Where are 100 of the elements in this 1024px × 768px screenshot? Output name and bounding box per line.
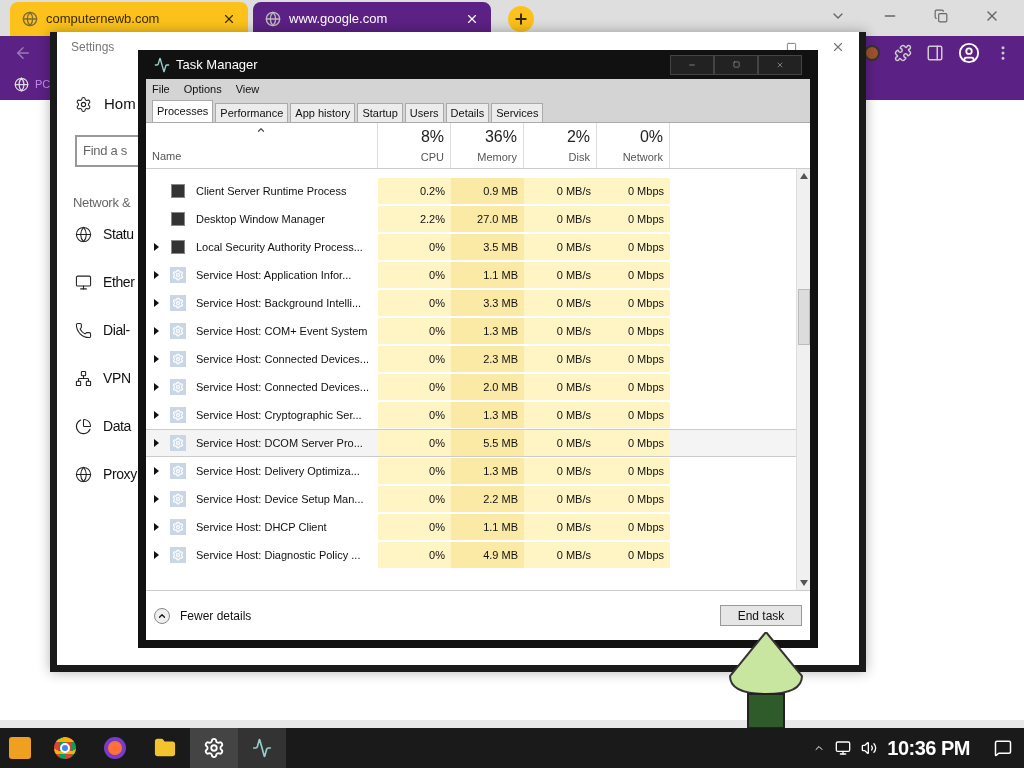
table-cell: 0 Mbps [597, 178, 670, 204]
sidebar-icon[interactable] [926, 44, 944, 62]
scroll-down-icon[interactable] [799, 580, 808, 586]
expand-arrow-icon[interactable] [153, 271, 159, 279]
expand-arrow-icon[interactable] [153, 243, 159, 251]
notification-icon[interactable] [994, 739, 1012, 757]
tab-title: computernewb.com [46, 10, 161, 29]
menu-item[interactable]: File [152, 80, 170, 98]
fewer-details-link[interactable]: Fewer details [180, 606, 252, 625]
tab[interactable]: Users [404, 103, 444, 122]
expand-arrow-icon[interactable] [153, 355, 159, 363]
taskbar-item[interactable] [238, 728, 286, 768]
expand-arrow-icon[interactable] [153, 439, 159, 447]
task-manager-icon [252, 738, 272, 758]
tab[interactable]: Performance [215, 103, 289, 122]
menu-item[interactable]: View [235, 80, 260, 98]
plus-icon [513, 11, 529, 27]
expand-arrow-icon[interactable] [153, 383, 159, 391]
table-cell: 0% [378, 346, 451, 372]
close-icon[interactable] [465, 12, 479, 26]
tab[interactable]: Details [445, 103, 490, 122]
expand-arrow-icon[interactable] [153, 299, 159, 307]
process-row[interactable]: Service Host: Device Setup Man... 0% 2.2 MB 0 MB/s 0 Mbps [146, 485, 796, 513]
process-row[interactable]: Service Host: Application Infor... 0% 1.1 MB 0 MB/s 0 Mbps [146, 261, 796, 289]
table-cell: 1.3 MB [451, 458, 524, 484]
globe-icon [14, 76, 29, 92]
table-cell: 1.3 MB [451, 318, 524, 344]
table-cell: 0 Mbps [597, 402, 670, 428]
nav-item[interactable]: Proxy [103, 464, 137, 485]
table-cell: 0 MB/s [524, 206, 597, 232]
process-row[interactable]: Service Host: Diagnostic Policy ... 0% 4.9 MB 0 MB/s 0 Mbps [146, 541, 796, 569]
process-row[interactable]: Service Host: Connected Devices... 0% 2.3 MB 0 MB/s 0 Mbps [146, 345, 796, 373]
table-cell: 4.9 MB [451, 542, 524, 568]
process-row[interactable]: Service Host: Cryptographic Ser... 0% 1.3 MB 0 MB/s 0 Mbps [146, 401, 796, 429]
expand-arrow-icon[interactable] [153, 551, 159, 559]
browser-tab[interactable]: computernewb.com [10, 2, 248, 36]
table-cell: 0 MB/s [524, 290, 597, 316]
scroll-thumb[interactable] [797, 289, 810, 345]
nav-item[interactable]: Dial- [103, 320, 130, 341]
process-row[interactable]: Local Security Authority Process... 0% 3.5 MB 0 MB/s 0 Mbps [146, 233, 796, 261]
process-row[interactable]: Service Host: DCOM Server Pro... 0% 5.5 MB 0 MB/s 0 Mbps [146, 429, 796, 457]
tab[interactable]: Services [491, 103, 544, 122]
puzzle-icon[interactable] [894, 44, 912, 62]
column-header[interactable]: Name [152, 147, 182, 164]
process-name: Desktop Window Manager [196, 211, 325, 227]
process-row[interactable]: Service Host: Connected Devices... 0% 2.0 MB 0 MB/s 0 Mbps [146, 373, 796, 401]
process-row[interactable]: Service Host: Delivery Optimiza... 0% 1.3 MB 0 MB/s 0 Mbps [146, 457, 796, 485]
column-header[interactable]: 2% Disk [524, 123, 597, 168]
process-row[interactable]: Client Server Runtime Process 0.2% 0.9 MB 0 MB/s 0 Mbps [146, 177, 796, 205]
process-name: Service Host: Delivery Optimiza... [196, 463, 360, 479]
table-cell: 0 Mbps [597, 234, 670, 260]
globe-icon [265, 11, 281, 27]
volume-icon[interactable] [861, 740, 878, 756]
nav-item[interactable]: Ether [103, 272, 135, 293]
table-cell: 0% [378, 514, 451, 540]
section-heading: Network & [73, 194, 132, 212]
end-task-button[interactable]: End task [720, 605, 802, 626]
table-cell: 0 Mbps [597, 206, 670, 232]
restore-icon[interactable] [934, 9, 948, 23]
process-row[interactable]: Service Host: Background Intelli... 0% 3.3 MB 0 MB/s 0 Mbps [146, 289, 796, 317]
expand-arrow-icon[interactable] [153, 523, 159, 531]
process-name: Service Host: Device Setup Man... [196, 491, 364, 507]
nav-item[interactable]: Statu [103, 224, 134, 245]
process-name: Client Server Runtime Process [196, 183, 347, 199]
column-header[interactable]: 8% CPU [378, 123, 451, 168]
close-icon[interactable] [222, 12, 236, 26]
maximize-icon[interactable] [786, 41, 797, 53]
tab[interactable]: Processes [152, 100, 214, 122]
column-header[interactable]: 36% Memory [451, 123, 524, 168]
expand-arrow-icon[interactable] [153, 467, 159, 475]
table-cell: 0 MB/s [524, 430, 597, 456]
process-row[interactable]: Service Host: DHCP Client 0% 1.1 MB 0 MB/s 0 Mbps [146, 513, 796, 541]
new-tab-button[interactable] [508, 6, 534, 32]
table-cell: 3.5 MB [451, 234, 524, 260]
expand-arrow-icon[interactable] [153, 495, 159, 503]
expand-arrow-icon[interactable] [153, 327, 159, 335]
table-cell: 0 Mbps [597, 346, 670, 372]
gear-icon [170, 491, 186, 507]
table-cell: 0 Mbps [597, 514, 670, 540]
gear-icon [170, 463, 186, 479]
nav-item[interactable]: VPN [103, 368, 131, 389]
back-icon[interactable] [14, 44, 32, 62]
menu-item[interactable]: Options [183, 80, 222, 98]
gear-icon [170, 435, 186, 451]
expand-arrow-icon[interactable] [153, 411, 159, 419]
scroll-up-icon[interactable] [799, 173, 808, 179]
process-row[interactable]: Desktop Window Manager 2.2% 27.0 MB 0 MB/s 0 Mbps [146, 205, 796, 233]
collapse-button[interactable] [154, 607, 170, 624]
column-header[interactable]: 0% Network [597, 123, 670, 168]
profile-icon[interactable] [958, 42, 980, 64]
tab[interactable]: Startup [357, 103, 403, 122]
clock[interactable]: 10:36 PM [887, 733, 970, 763]
table-cell: 0 Mbps [597, 318, 670, 344]
process-row[interactable]: Service Host: COM+ Event System 0% 1.3 MB 0 MB/s 0 Mbps [146, 317, 796, 345]
taskbar-item[interactable] [190, 728, 238, 768]
nav-item[interactable]: Hom [104, 92, 136, 116]
nav-item[interactable]: Data [103, 416, 131, 437]
tab[interactable]: App history [290, 103, 356, 122]
bookmark-label[interactable]: PC [35, 76, 51, 93]
table-cell: 0% [378, 374, 451, 400]
